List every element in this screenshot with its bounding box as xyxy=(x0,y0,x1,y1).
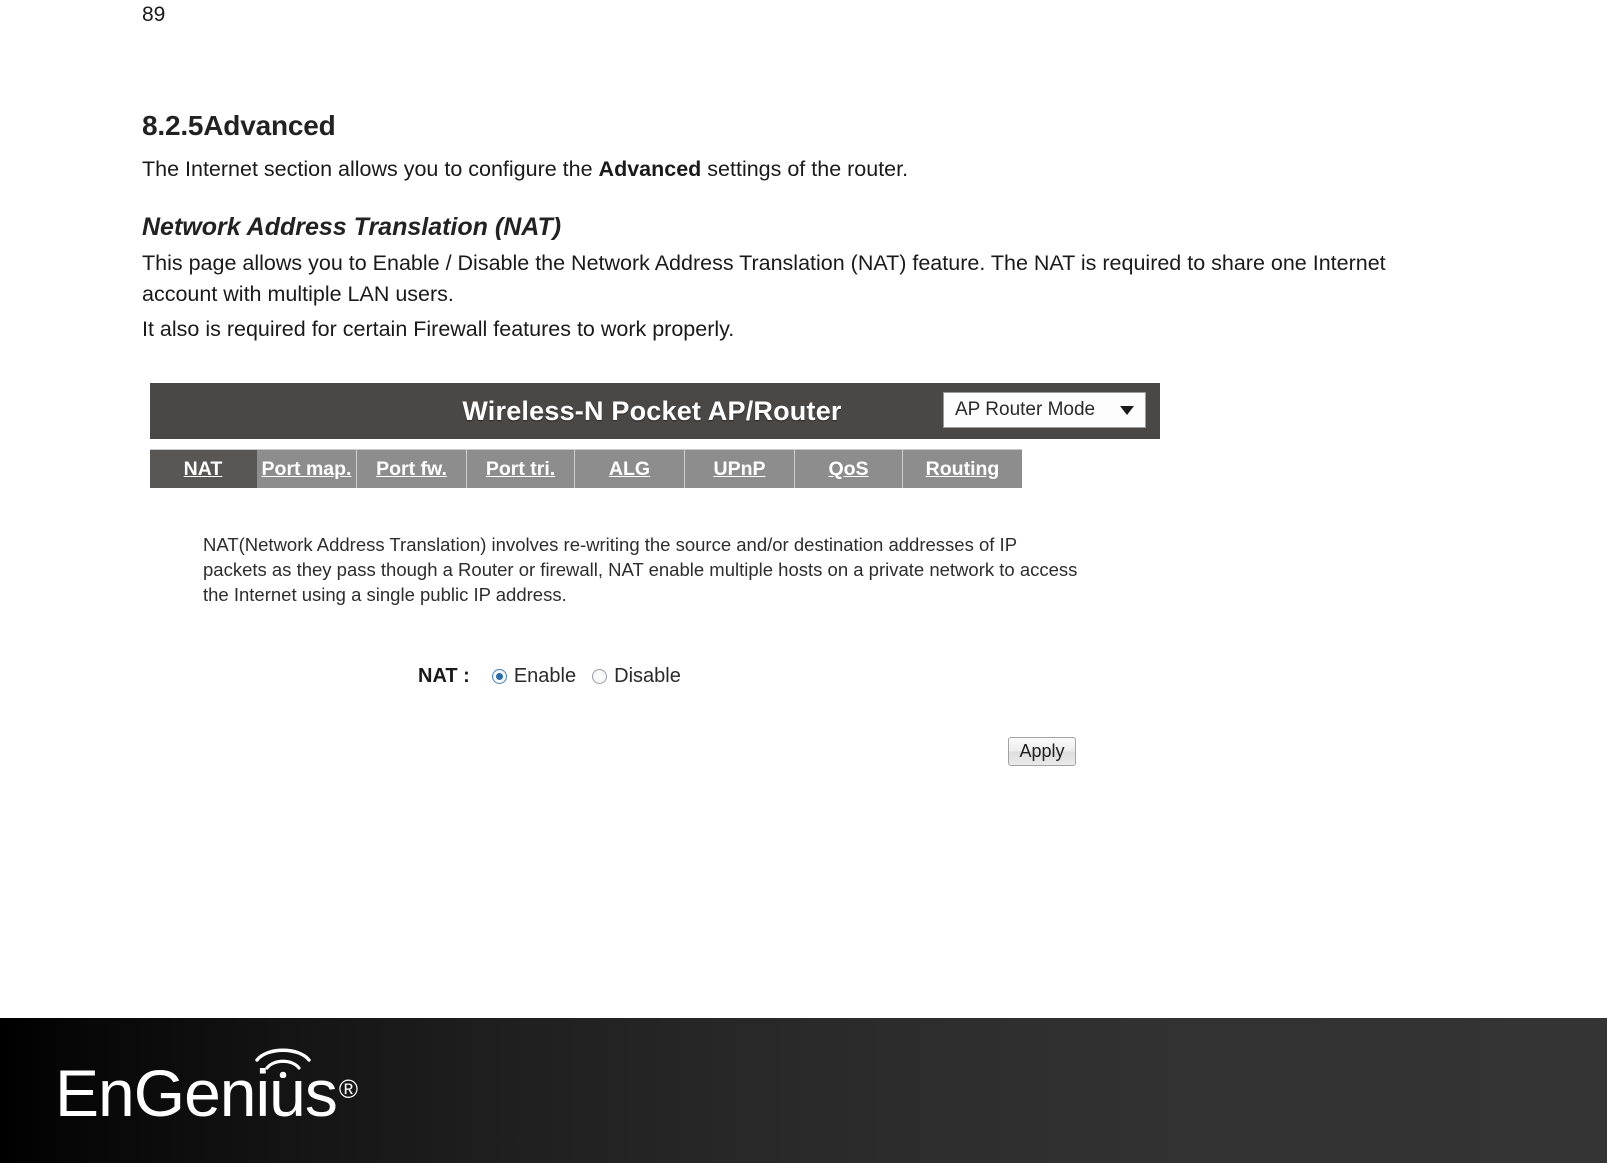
radio-nat-enable[interactable]: Enable xyxy=(491,665,577,688)
radio-dot-icon xyxy=(592,669,608,684)
tab-port-fw[interactable]: Port fw. xyxy=(357,450,467,488)
operation-mode-select[interactable]: AP Router Mode xyxy=(943,392,1146,428)
nat-description-text: NAT(Network Address Translation) involve… xyxy=(203,534,1078,605)
page-title: 8.2.5Advanced xyxy=(142,110,336,141)
registered-trademark-icon: ® xyxy=(338,1074,359,1104)
tab-qos[interactable]: QoS xyxy=(795,450,903,488)
apply-button[interactable]: Apply xyxy=(1008,737,1076,766)
tab-nat[interactable]: NAT xyxy=(150,450,257,488)
intro-text-bold: Advanced xyxy=(598,157,702,181)
tab-upnp[interactable]: UPnP xyxy=(685,450,795,488)
chevron-down-icon xyxy=(1120,406,1134,415)
intro-paragraph: The Internet section allows you to confi… xyxy=(142,154,1402,185)
router-product-title: Wireless-N Pocket AP/Router xyxy=(462,395,842,426)
nat-field-row: NAT : Enable Disable xyxy=(203,665,1160,688)
nat-radio-group: Enable Disable xyxy=(491,665,697,688)
radio-nat-disable-label: Disable xyxy=(614,665,681,687)
sub-heading-nat: Network Address Translation (NAT) xyxy=(142,213,562,241)
tab-routing[interactable]: Routing xyxy=(903,450,1022,488)
router-ui-screenshot: Wireless-N Pocket AP/Router AP Router Mo… xyxy=(150,383,1160,862)
radio-dot-icon xyxy=(491,669,507,684)
radio-nat-enable-label: Enable xyxy=(513,665,577,687)
tab-port-map[interactable]: Port map. xyxy=(257,450,357,488)
document-body: 8.2.5Advanced The Internet section allow… xyxy=(142,110,1402,349)
nat-field-label: NAT : xyxy=(418,665,470,687)
footer-bar: EnGenius ® xyxy=(0,1018,1607,1163)
paragraph-firewall-note: It also is required for certain Firewall… xyxy=(142,317,735,341)
paragraph-nat-description: This page allows you to Enable / Disable… xyxy=(142,251,1386,306)
tab-alg[interactable]: ALG xyxy=(575,450,685,488)
tab-port-tri[interactable]: Port tri. xyxy=(467,450,575,488)
page-number: 89 xyxy=(142,3,166,26)
intro-text-after: settings of the router. xyxy=(701,157,909,181)
engenius-logo: EnGenius ® xyxy=(55,1048,359,1126)
radio-nat-disable[interactable]: Disable xyxy=(592,665,681,688)
wifi-arc-icon xyxy=(255,1048,311,1078)
router-header-bar: Wireless-N Pocket AP/Router AP Router Mo… xyxy=(150,383,1160,439)
router-tab-strip: NAT Port map. Port fw. Port tri. ALG UPn… xyxy=(150,449,1022,488)
apply-button-wrapper: Apply xyxy=(1008,737,1076,766)
operation-mode-value: AP Router Mode xyxy=(955,399,1096,420)
intro-text-before: The Internet section allows you to confi… xyxy=(142,157,599,181)
router-panel-body: NAT(Network Address Translation) involve… xyxy=(150,532,1160,862)
